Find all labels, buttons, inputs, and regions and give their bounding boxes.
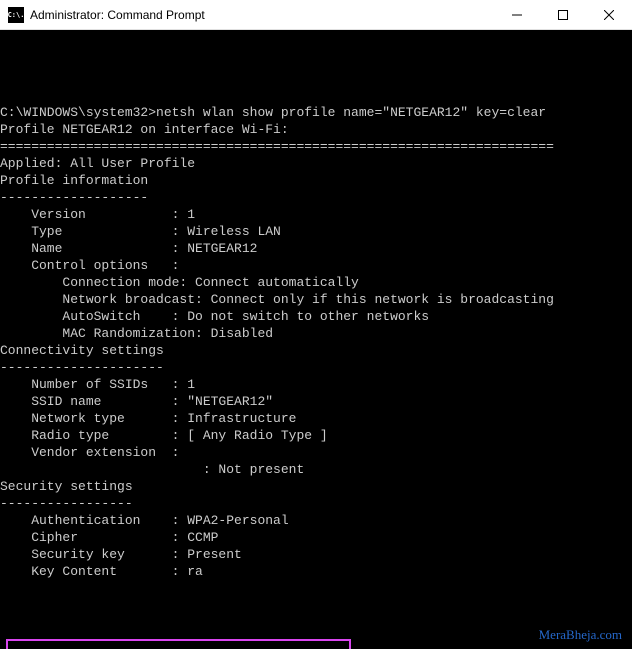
profile-header: Profile NETGEAR12 on interface Wi-Fi: — [0, 121, 632, 138]
profile-info-row: AutoSwitch : Do not switch to other netw… — [0, 308, 632, 325]
rule: ========================================… — [0, 138, 632, 155]
minimize-button[interactable] — [494, 0, 540, 30]
profile-info-row: Type : Wireless LAN — [0, 223, 632, 240]
security-row: Security key : Present — [0, 546, 632, 563]
profile-info-row: Connection mode: Connect automatically — [0, 274, 632, 291]
window-title: Administrator: Command Prompt — [30, 8, 205, 22]
key-content-highlight — [6, 639, 351, 649]
security-row: Cipher : CCMP — [0, 529, 632, 546]
connectivity-row: Radio type : [ Any Radio Type ] — [0, 427, 632, 444]
maximize-icon — [558, 10, 568, 20]
applied-line: Applied: All User Profile — [0, 155, 632, 172]
titlebar[interactable]: C:\. Administrator: Command Prompt — [0, 0, 632, 30]
security-rule: ----------------- — [0, 495, 632, 512]
profile-info-row: Name : NETGEAR12 — [0, 240, 632, 257]
profile-info-title: Profile information — [0, 172, 632, 189]
close-button[interactable] — [586, 0, 632, 30]
watermark: MeraBheja.com — [539, 626, 622, 643]
minimize-icon — [512, 10, 522, 20]
profile-info-row: Network broadcast: Connect only if this … — [0, 291, 632, 308]
profile-info-row: Control options : — [0, 257, 632, 274]
security-title: Security settings — [0, 478, 632, 495]
connectivity-row: SSID name : "NETGEAR12" — [0, 393, 632, 410]
connectivity-row: Vendor extension : — [0, 444, 632, 461]
connectivity-row: Network type : Infrastructure — [0, 410, 632, 427]
profile-info-row: MAC Randomization: Disabled — [0, 325, 632, 342]
command-line: C:\WINDOWS\system32>netsh wlan show prof… — [0, 104, 632, 121]
connectivity-vendor-tail: : Not present — [0, 461, 632, 478]
connectivity-title: Connectivity settings — [0, 342, 632, 359]
close-icon — [604, 10, 614, 20]
profile-info-rule: ------------------- — [0, 189, 632, 206]
command-prompt-window: C:\. Administrator: Command Prompt MeraB… — [0, 0, 632, 649]
app-icon: C:\. — [8, 7, 24, 23]
terminal-output[interactable]: MeraBheja.com C:\WINDOWS\system32>netsh … — [0, 30, 632, 649]
security-row: Key Content : raxxxxxxxxxxxxxx — [0, 563, 632, 580]
maximize-button[interactable] — [540, 0, 586, 30]
security-row: Authentication : WPA2-Personal — [0, 512, 632, 529]
connectivity-rule: --------------------- — [0, 359, 632, 376]
profile-info-row: Version : 1 — [0, 206, 632, 223]
connectivity-row: Number of SSIDs : 1 — [0, 376, 632, 393]
